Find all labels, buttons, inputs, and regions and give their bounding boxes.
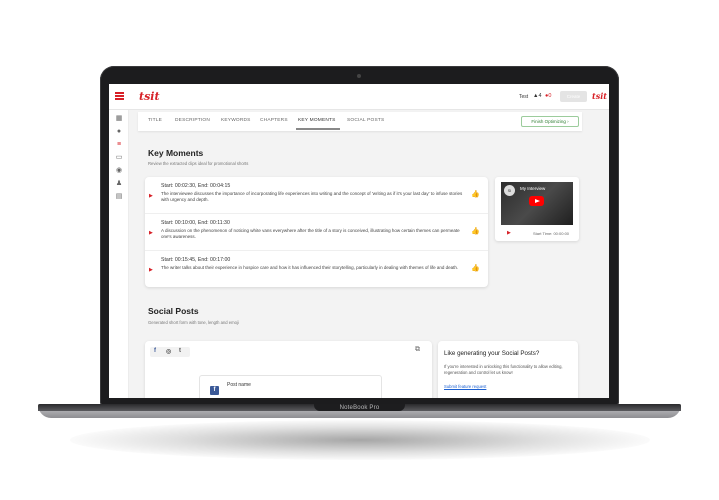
user-label: Test: [519, 94, 529, 100]
tab-bar: TITLE DESCRIPTION KEYWORDS CHAPTERS KEY …: [138, 112, 582, 131]
app-screen: tsit Test ▲4 ●0 Create tsit ▦ ● ≡ ▭ ◉ ♟ …: [109, 84, 609, 398]
card-icon[interactable]: ▤: [114, 193, 124, 201]
sidebar: ▦ ● ≡ ▭ ◉ ♟ ▤: [109, 110, 129, 398]
menu-icon[interactable]: [115, 92, 124, 100]
finish-optimizing-button[interactable]: Finish Optimizing ›: [521, 116, 579, 127]
avatar[interactable]: tsit: [592, 91, 607, 101]
list-item: Start: 00:10:00, End: 00:11:30 ▶ A discu…: [145, 214, 488, 251]
active-tab-indicator: [296, 128, 340, 130]
post-preview: f Post name: [199, 375, 382, 398]
laptop-shadow: [70, 420, 650, 460]
play-icon[interactable]: ◉: [114, 167, 124, 175]
feature-request-card: Like generating your Social Posts? If yo…: [438, 341, 578, 398]
social-posts-title: Social Posts: [148, 306, 199, 316]
tab-key-moments[interactable]: KEY MOMENTS: [298, 118, 336, 123]
post-name: Post name: [227, 382, 251, 388]
copy-icon[interactable]: ⧉: [415, 346, 420, 354]
video-thumbnail[interactable]: SI My Interview: [501, 182, 573, 225]
tab-description[interactable]: DESCRIPTION: [175, 118, 210, 123]
instagram-icon[interactable]: ◎: [166, 348, 171, 355]
thumbs-up-icon[interactable]: 👍: [471, 264, 480, 272]
moment-time: Start: 00:15:45, End: 00:17:00: [161, 257, 231, 263]
promo-title: Like generating your Social Posts?: [444, 350, 540, 357]
key-moments-subtitle: Review the extracted clips ideal for pro…: [148, 161, 249, 166]
moment-time: Start: 00:02:30, End: 00:04:15: [161, 183, 231, 189]
tab-social-posts[interactable]: SOCIAL POSTS: [347, 118, 384, 123]
lightbulb-icon[interactable]: ●: [114, 128, 124, 136]
platform-selector: f ◎ t: [150, 347, 190, 357]
list-icon[interactable]: ≡: [114, 141, 124, 149]
play-icon[interactable]: ▶: [149, 267, 153, 273]
model-label: NoteBook Pro: [339, 405, 380, 411]
video-preview-card: SI My Interview ▶ Start Time: 00:00:00: [495, 177, 579, 241]
moment-text: A discussion on the phenomenon of notici…: [161, 228, 460, 240]
tab-keywords[interactable]: KEYWORDS: [221, 118, 251, 123]
credits-count[interactable]: ▲4: [533, 93, 542, 99]
thumbs-up-icon[interactable]: 👍: [471, 227, 480, 235]
play-icon[interactable]: ▶: [149, 193, 153, 199]
laptop-mockup: tsit Test ▲4 ●0 Create tsit ▦ ● ≡ ▭ ◉ ♟ …: [0, 0, 719, 500]
promo-text: If you're interested in unlocking this f…: [444, 364, 563, 375]
person-icon[interactable]: ♟: [114, 180, 124, 188]
facebook-icon[interactable]: f: [154, 348, 156, 354]
social-posts-card: f ◎ t ⧉ f Post name: [145, 341, 432, 398]
submit-feature-request-link[interactable]: Submit feature request: [444, 384, 486, 389]
tab-chapters[interactable]: CHAPTERS: [260, 118, 288, 123]
video-title: My Interview: [520, 186, 546, 191]
start-time-label: Start Time: 00:00:00: [533, 231, 570, 236]
social-posts-subtitle: Generated short form with tone, length a…: [148, 320, 239, 325]
moment-text: The writer talks about their experience …: [161, 265, 459, 270]
twitter-icon[interactable]: t: [179, 348, 181, 354]
chat-icon[interactable]: ▭: [114, 154, 124, 162]
key-moments-list: Start: 00:02:30, End: 00:04:15 ▶ The int…: [145, 177, 488, 287]
facebook-icon: f: [210, 386, 219, 395]
play-triangle-icon: [535, 198, 540, 203]
play-icon[interactable]: ▶: [149, 230, 153, 236]
list-item: Start: 00:15:45, End: 00:17:00 ▶ The wri…: [145, 251, 488, 288]
create-button[interactable]: Create: [560, 91, 587, 102]
tab-title[interactable]: TITLE: [148, 118, 162, 123]
list-item: Start: 00:02:30, End: 00:04:15 ▶ The int…: [145, 177, 488, 214]
key-moments-title: Key Moments: [148, 148, 204, 158]
camera-icon: [357, 74, 361, 78]
play-icon[interactable]: ▶: [507, 230, 511, 236]
channel-logo-icon: SI: [504, 185, 515, 196]
notification-count[interactable]: ●0: [545, 93, 551, 99]
thumbs-up-icon[interactable]: 👍: [471, 190, 480, 198]
moment-time: Start: 00:10:00, End: 00:11:30: [161, 220, 230, 226]
top-bar: tsit Test ▲4 ●0 Create tsit: [109, 84, 609, 110]
app-logo[interactable]: tsit: [139, 90, 160, 103]
moment-text: The interviewee discusses the importance…: [161, 191, 463, 203]
dashboard-icon[interactable]: ▦: [114, 115, 124, 123]
